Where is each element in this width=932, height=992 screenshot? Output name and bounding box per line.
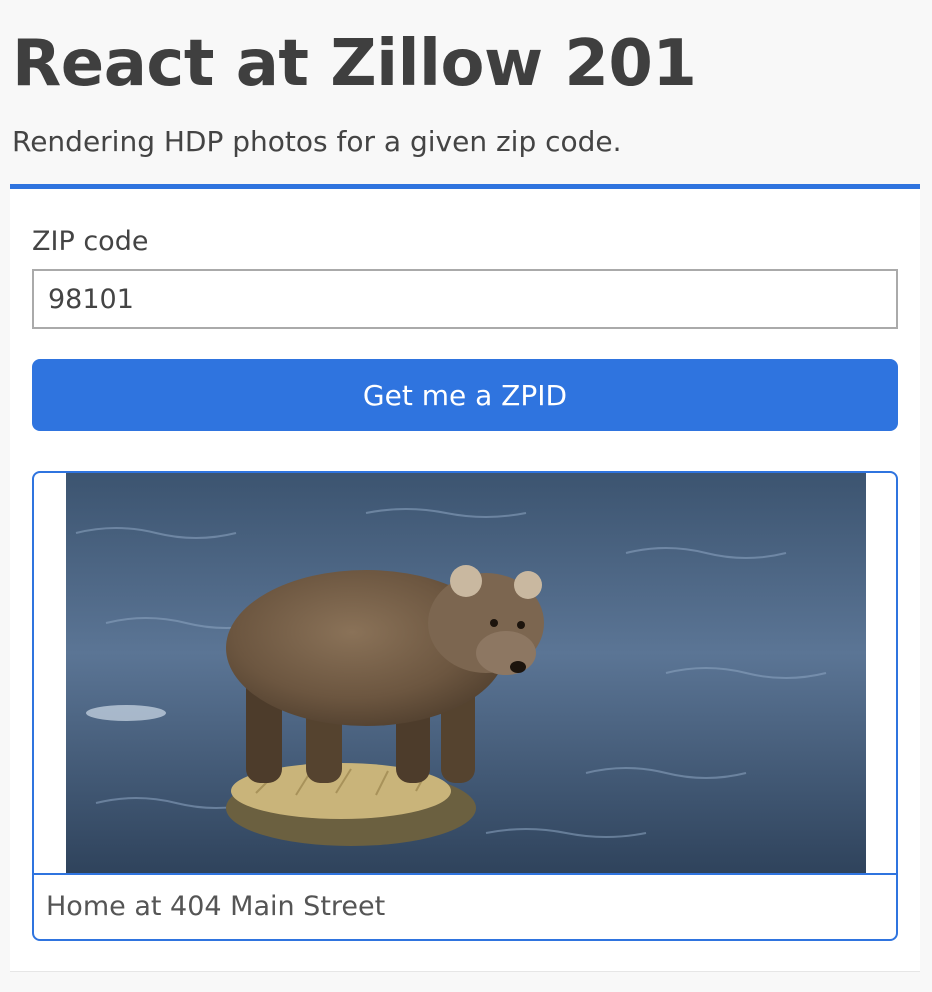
get-zpid-button[interactable]: Get me a ZPID	[32, 359, 898, 431]
zip-code-input[interactable]	[32, 269, 898, 329]
bear-photo	[66, 473, 866, 873]
form-card: ZIP code Get me a ZPID	[10, 184, 920, 972]
page-title: React at Zillow 201	[12, 27, 697, 101]
listing-divider	[34, 873, 896, 875]
listing-card[interactable]: Home at 404 Main Street	[32, 471, 898, 941]
page-subtitle: Rendering HDP photos for a given zip cod…	[12, 125, 622, 158]
zip-code-label: ZIP code	[32, 226, 149, 257]
listing-caption: Home at 404 Main Street	[46, 891, 386, 922]
